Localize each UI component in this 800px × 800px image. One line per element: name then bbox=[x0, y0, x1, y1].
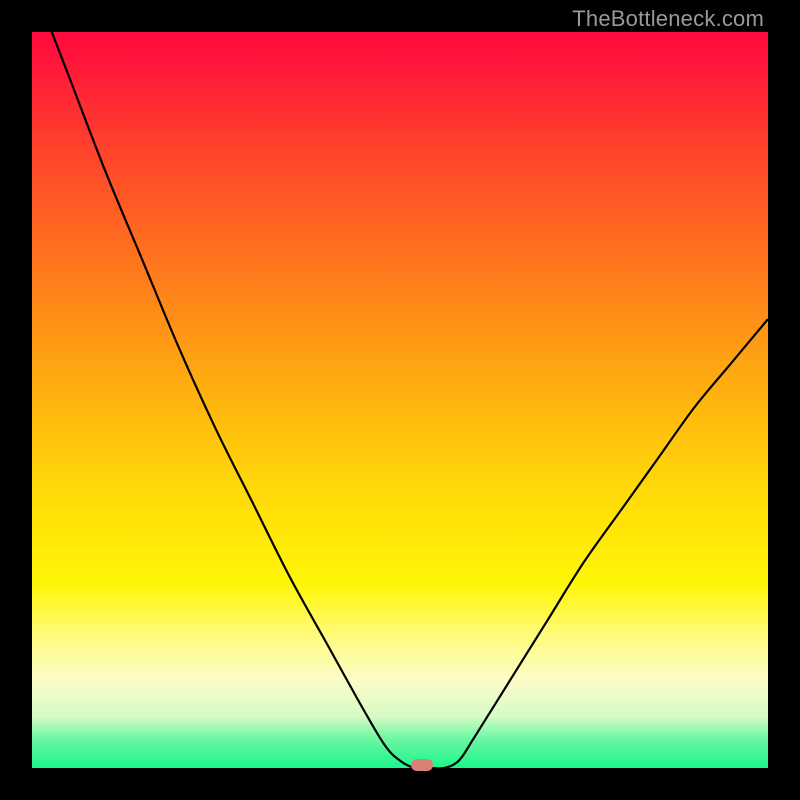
chart-frame: TheBottleneck.com bbox=[0, 0, 800, 800]
plot-area bbox=[32, 32, 768, 768]
curve-path bbox=[32, 32, 768, 768]
watermark-label: TheBottleneck.com bbox=[572, 6, 764, 32]
bottleneck-curve bbox=[32, 32, 768, 768]
optimum-marker bbox=[411, 759, 433, 771]
